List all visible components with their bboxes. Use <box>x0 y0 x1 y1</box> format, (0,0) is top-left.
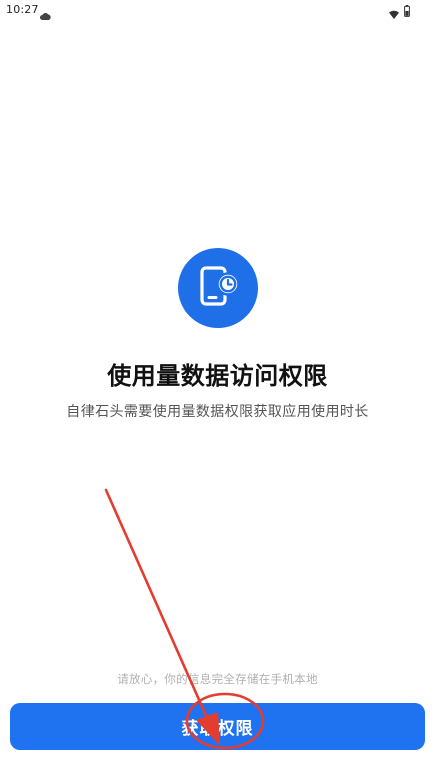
phone-clock-icon <box>178 248 258 328</box>
page-subtitle: 自律石头需要使用量数据权限获取应用使用时长 <box>66 404 369 420</box>
grant-permission-button[interactable]: 获取权限 <box>10 703 425 750</box>
annotation-arrow-line <box>104 488 214 731</box>
status-bar: 10:27 <box>0 0 435 20</box>
cloud-icon <box>40 5 51 20</box>
wifi-icon <box>389 4 399 19</box>
privacy-note: 请放心，你的信息完全存储在手机本地 <box>117 672 318 686</box>
screen: 10:27 使用量数据访问权限 自律石头需要使用量数据权限获取应用使用时长 请放… <box>0 0 435 775</box>
status-time: 10:27 <box>6 3 39 16</box>
page-title: 使用量数据访问权限 <box>107 362 328 390</box>
battery-icon <box>404 2 410 17</box>
